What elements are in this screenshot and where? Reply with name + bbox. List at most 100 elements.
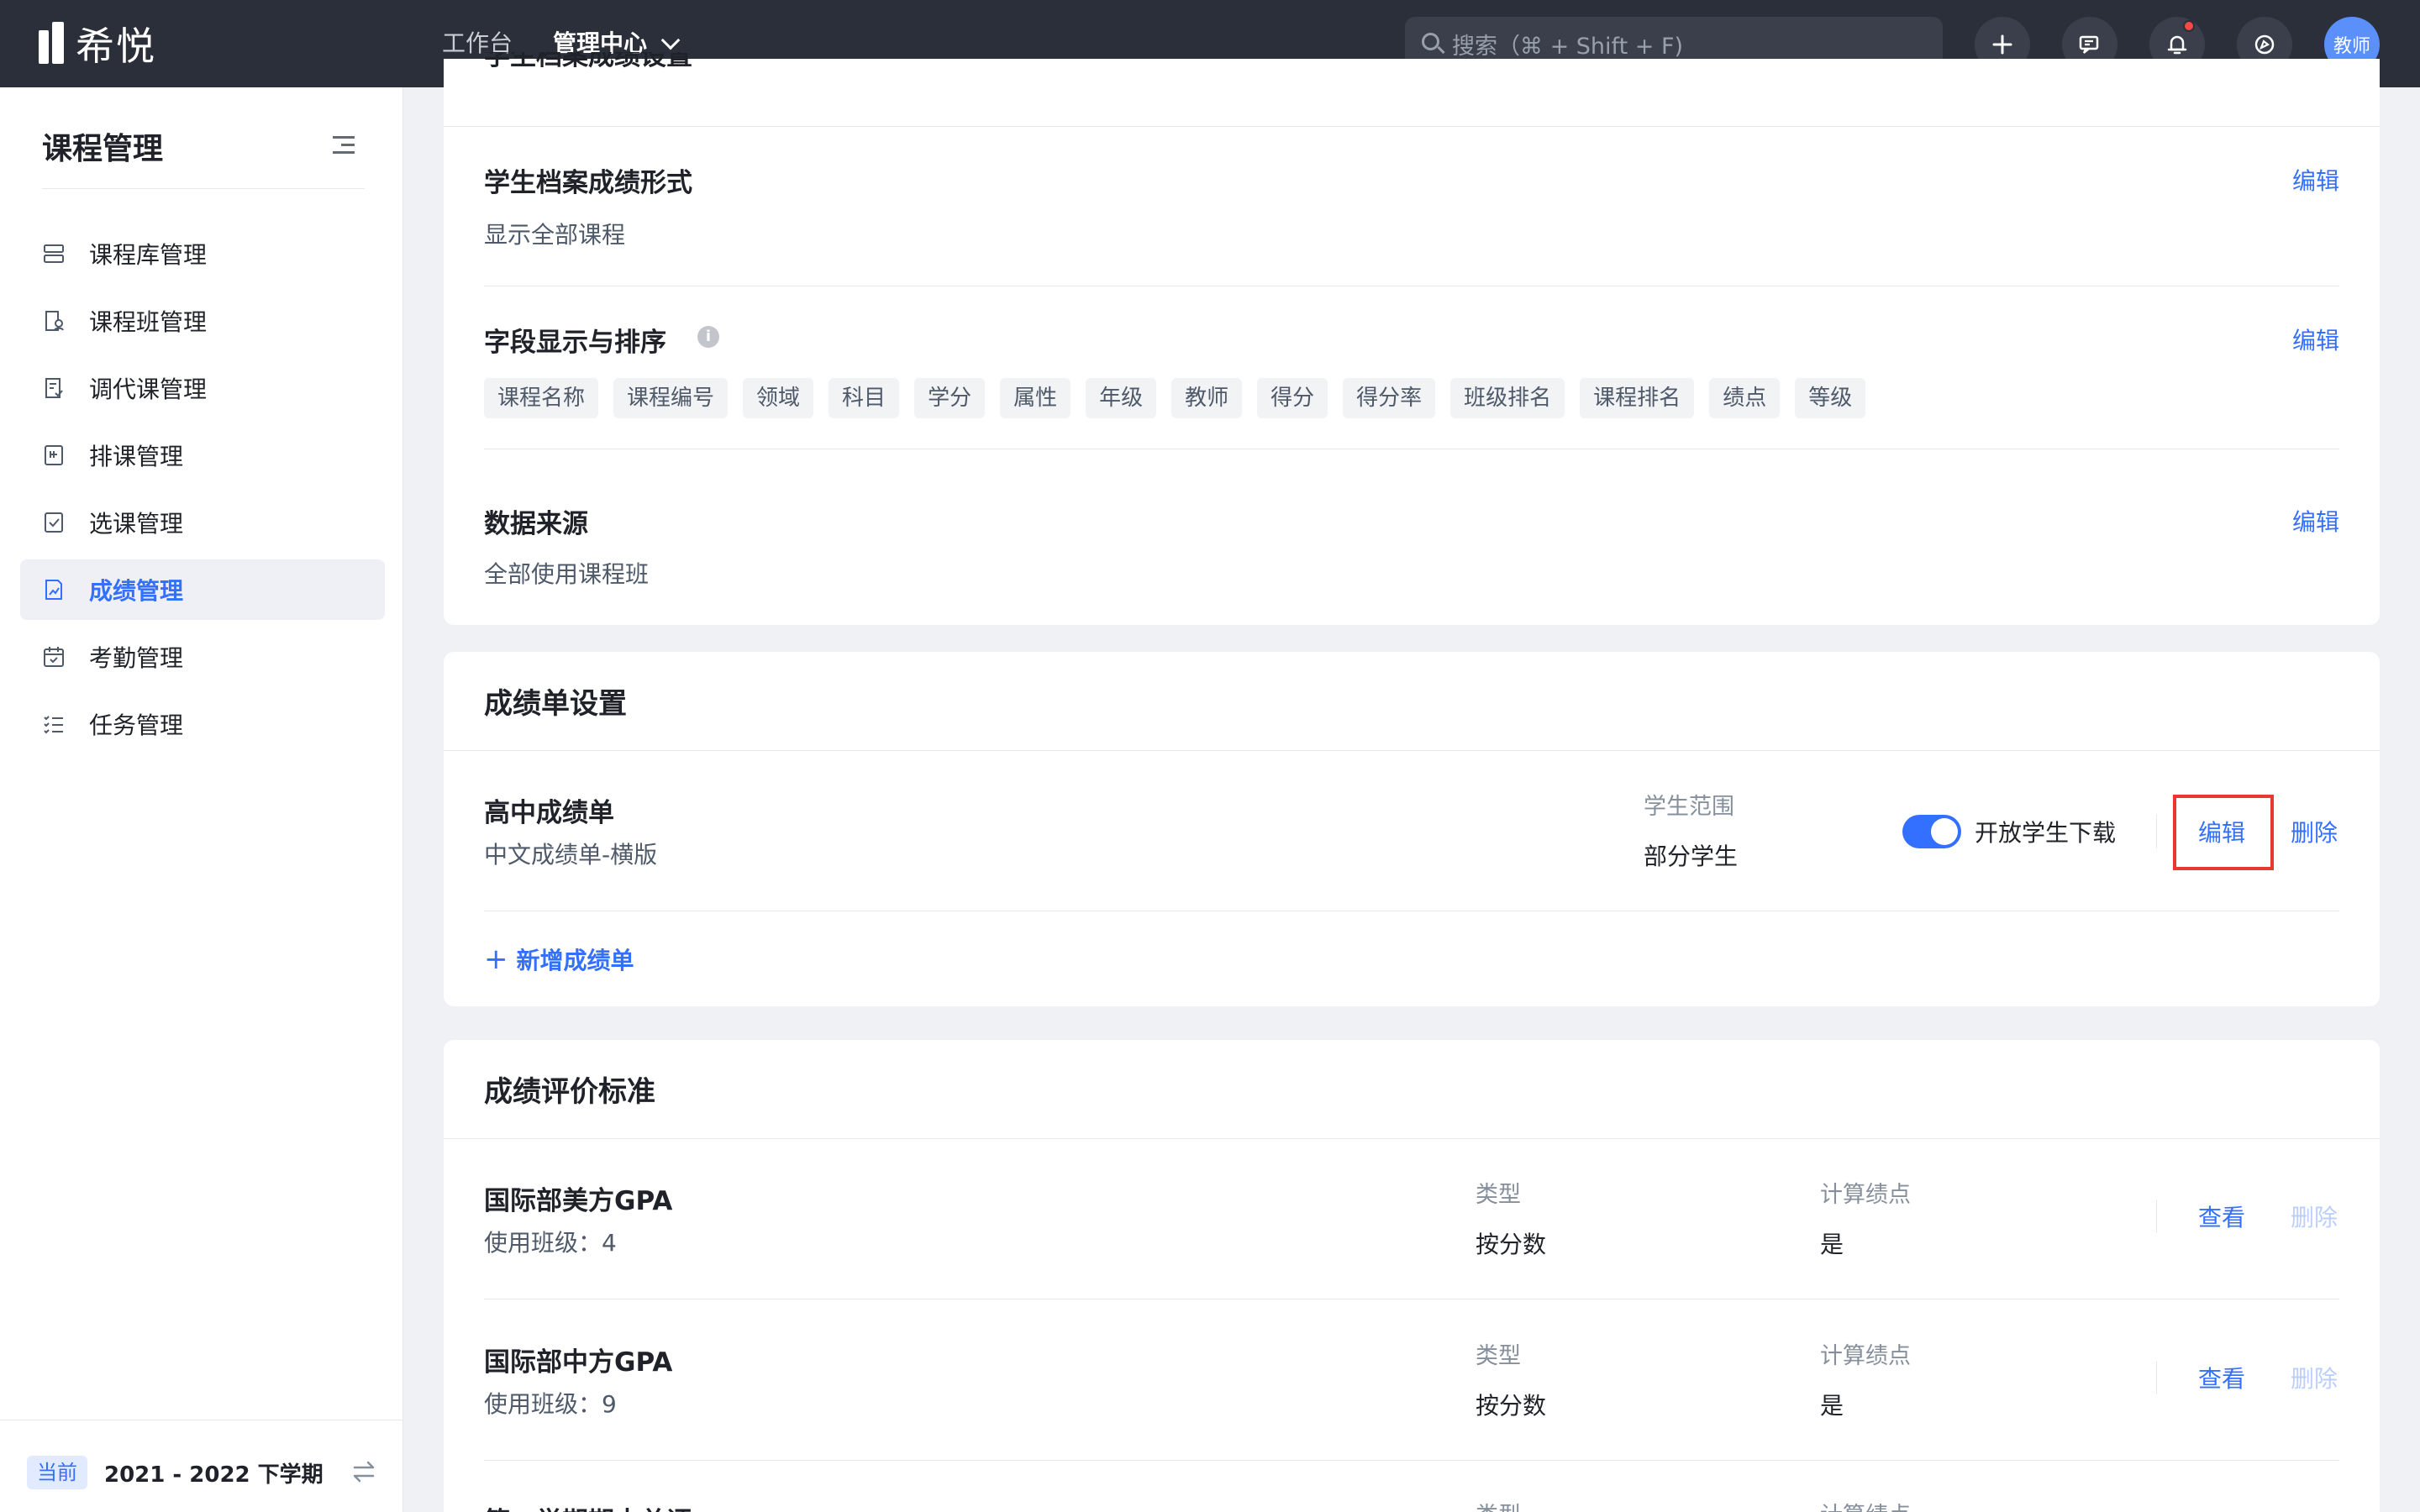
type-value: 按分数 bbox=[1476, 1231, 1547, 1258]
section-title: 学生档案成绩形式 bbox=[484, 168, 692, 198]
bell-icon bbox=[2167, 35, 2187, 55]
card-heading: 成绩单设置 bbox=[484, 687, 627, 721]
sidebar-item-attendance[interactable]: 考勤管理 bbox=[20, 627, 385, 687]
field-chip: 等级 bbox=[1795, 378, 1866, 418]
app-name: 希悦 bbox=[76, 24, 156, 69]
separator bbox=[2156, 1361, 2157, 1394]
plus-icon bbox=[1992, 34, 2012, 55]
divider bbox=[444, 126, 2380, 127]
edit-archive-format-button[interactable]: 编辑 bbox=[2292, 163, 2339, 197]
sidebar-divider bbox=[42, 188, 365, 189]
delete-report-button[interactable]: 删除 bbox=[2291, 815, 2338, 848]
criteria-usage: 使用班级：9 bbox=[484, 1390, 617, 1418]
grades-icon bbox=[42, 578, 66, 601]
criteria-usage: 使用班级：4 bbox=[484, 1229, 617, 1257]
view-criteria-button[interactable]: 查看 bbox=[2198, 1200, 2245, 1233]
search-icon bbox=[1422, 33, 1445, 55]
divider bbox=[444, 1138, 2380, 1139]
download-toggle[interactable] bbox=[1902, 815, 1961, 848]
swap-icon[interactable] bbox=[351, 1459, 376, 1484]
section-desc: 全部使用课程班 bbox=[484, 560, 650, 588]
partial-heading: 学生档案成绩设置 bbox=[484, 52, 692, 69]
view-criteria-button[interactable]: 查看 bbox=[2198, 1361, 2245, 1394]
grading-criteria-card: 成绩评价标准 国际部美方GPA 使用班级：4 类型 按分数 计算绩点 是 查看 … bbox=[444, 1040, 2380, 1512]
term-switcher: 当前 2021 - 2022 下学期 bbox=[0, 1420, 403, 1512]
field-chip: 教师 bbox=[1171, 378, 1243, 418]
sidebar-item-label: 任务管理 bbox=[89, 711, 184, 739]
sidebar-item-label: 课程库管理 bbox=[89, 241, 208, 269]
search-placeholder: 搜索（⌘ + Shift + F) bbox=[1452, 33, 1684, 60]
task-icon bbox=[42, 712, 66, 736]
report-desc: 中文成绩单-横版 bbox=[484, 841, 658, 869]
type-value: 按分数 bbox=[1476, 1392, 1547, 1420]
gpa-label: 计算绩点 bbox=[1820, 1182, 1911, 1208]
field-chip: 得分率 bbox=[1343, 378, 1436, 418]
app-logo[interactable]: 希悦 bbox=[39, 22, 156, 69]
delete-criteria-button[interactable]: 删除 bbox=[2291, 1200, 2338, 1233]
course-selection-icon bbox=[42, 511, 66, 534]
sidebar-item-grades[interactable]: 成绩管理 bbox=[20, 559, 385, 620]
sidebar-item-substitute[interactable]: 调代课管理 bbox=[20, 358, 385, 418]
gpa-label: 计算绩点 bbox=[1820, 1497, 1911, 1512]
scope-value: 部分学生 bbox=[1644, 843, 1739, 870]
chevron-down-icon[interactable] bbox=[660, 30, 681, 50]
highlight-box bbox=[2173, 795, 2274, 870]
edit-fields-button[interactable]: 编辑 bbox=[2292, 323, 2339, 356]
criteria-title: 第一学期期末总评 bbox=[484, 1500, 692, 1512]
term-label: 2021 - 2022 下学期 bbox=[104, 1462, 324, 1488]
sidebar-item-course-class[interactable]: 课程班管理 bbox=[20, 291, 385, 351]
chat-icon bbox=[2079, 35, 2099, 54]
section-desc: 显示全部课程 bbox=[484, 221, 626, 249]
add-report-label: 新增成绩单 bbox=[516, 947, 634, 974]
delete-criteria-button[interactable]: 删除 bbox=[2291, 1361, 2338, 1394]
sidebar-item-label: 成绩管理 bbox=[89, 577, 184, 605]
sidebar-item-schedule[interactable]: 排课管理 bbox=[20, 425, 385, 486]
edit-data-source-button[interactable]: 编辑 bbox=[2292, 504, 2339, 538]
course-library-icon bbox=[42, 242, 66, 265]
sidebar-item-tasks[interactable]: 任务管理 bbox=[20, 694, 385, 754]
report-title: 高中成绩单 bbox=[484, 798, 614, 828]
criteria-title: 国际部中方GPA bbox=[484, 1347, 673, 1378]
sidebar-item-label: 考勤管理 bbox=[89, 644, 184, 672]
divider bbox=[444, 750, 2380, 751]
current-tag: 当前 bbox=[27, 1456, 87, 1489]
field-chip: 领域 bbox=[743, 378, 814, 418]
separator bbox=[2156, 815, 2157, 848]
sidebar-item-course-selection[interactable]: 选课管理 bbox=[20, 492, 385, 553]
field-chip: 绩点 bbox=[1709, 378, 1781, 418]
plus-icon: + bbox=[484, 942, 508, 976]
notification-dot bbox=[2183, 20, 2195, 32]
sidebar-title: 课程管理 bbox=[42, 132, 164, 166]
add-report-button[interactable]: + 新增成绩单 bbox=[484, 942, 634, 976]
field-chips: 课程名称 课程编号 领域 科目 学分 属性 年级 教师 得分 得分率 班级排名 … bbox=[484, 378, 1866, 418]
collapse-sidebar-icon[interactable] bbox=[333, 134, 355, 155]
field-chip: 班级排名 bbox=[1450, 378, 1565, 418]
info-icon[interactable]: i bbox=[697, 326, 719, 348]
type-label: 类型 bbox=[1476, 1182, 1521, 1208]
logo-mark-icon bbox=[39, 22, 67, 66]
section-title: 数据来源 bbox=[484, 509, 588, 539]
card-heading: 成绩评价标准 bbox=[484, 1075, 655, 1109]
field-chip: 年级 bbox=[1086, 378, 1157, 418]
toggle-label: 开放学生下载 bbox=[1975, 819, 2117, 847]
field-chip: 课程编号 bbox=[613, 378, 729, 418]
substitute-icon bbox=[42, 376, 66, 400]
field-chip: 科目 bbox=[829, 378, 900, 418]
report-card-settings: 成绩单设置 高中成绩单 中文成绩单-横版 学生范围 部分学生 开放学生下载 编辑… bbox=[444, 652, 2380, 1006]
gpa-value: 是 bbox=[1820, 1392, 1844, 1420]
sidebar: 课程管理 课程库管理 课程班管理 调代课管理 排课管理 选课管理 成绩管理 考勤… bbox=[0, 87, 403, 1512]
field-chip: 课程名称 bbox=[484, 378, 599, 418]
sidebar-item-course-library[interactable]: 课程库管理 bbox=[20, 223, 385, 284]
gpa-value: 是 bbox=[1820, 1231, 1844, 1258]
sidebar-item-label: 排课管理 bbox=[89, 443, 184, 470]
course-class-icon bbox=[42, 309, 66, 333]
sidebar-item-label: 调代课管理 bbox=[89, 375, 208, 403]
criteria-title: 国际部美方GPA bbox=[484, 1186, 673, 1216]
gpa-label: 计算绩点 bbox=[1820, 1343, 1911, 1369]
field-chip: 得分 bbox=[1257, 378, 1328, 418]
sidebar-item-label: 课程班管理 bbox=[89, 308, 208, 336]
scope-label: 学生范围 bbox=[1644, 794, 1734, 820]
separator bbox=[2156, 1200, 2157, 1233]
field-chip: 课程排名 bbox=[1580, 378, 1695, 418]
sidebar-item-label: 选课管理 bbox=[89, 510, 184, 538]
